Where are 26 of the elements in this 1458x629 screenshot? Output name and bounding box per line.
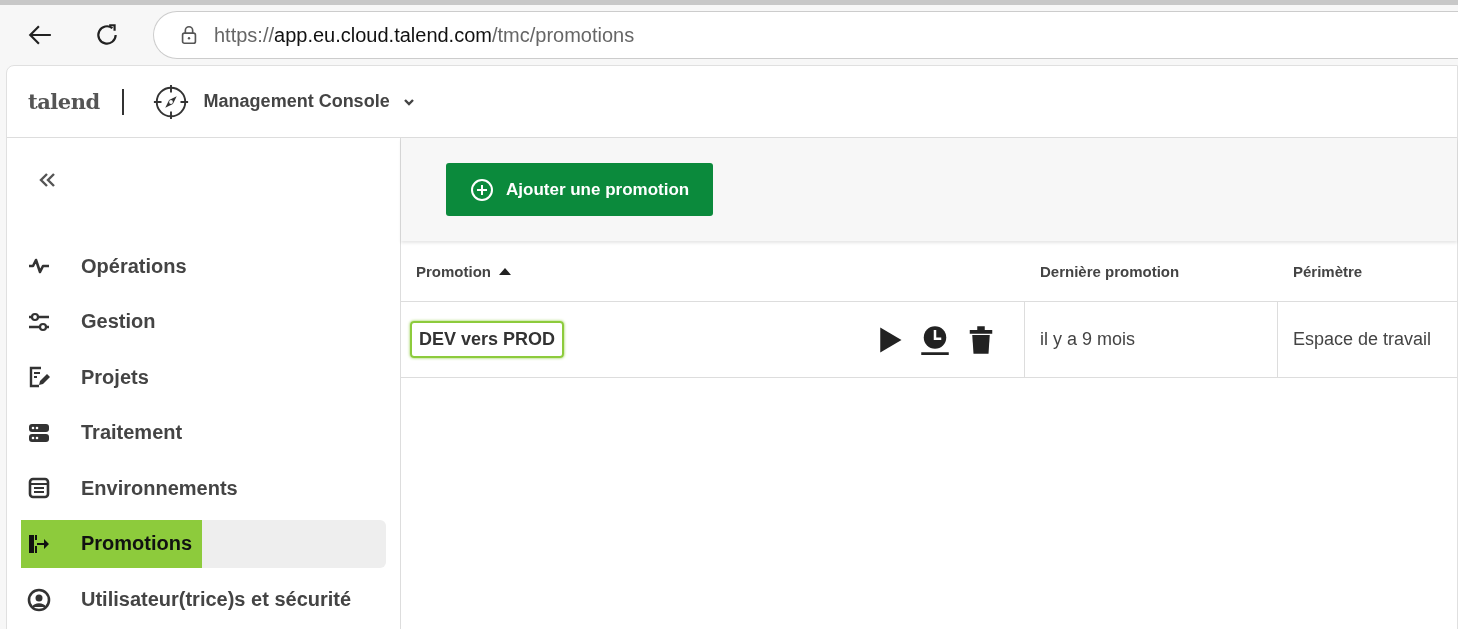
clock-icon[interactable] <box>920 324 950 355</box>
table-cell: il y a 9 mois <box>1025 302 1278 377</box>
app-switcher[interactable]: Management Console <box>203 91 416 112</box>
reload-icon[interactable] <box>94 22 120 48</box>
sidebar-item[interactable]: Projets <box>21 353 386 402</box>
sort-up-icon <box>499 267 511 275</box>
url-text: https://app.eu.cloud.talend.com/tmc/promotions <box>214 23 635 47</box>
logo[interactable]: talend <box>28 89 100 114</box>
table-cell[interactable]: DEV vers PROD <box>410 321 565 358</box>
add-promotion-button[interactable]: Ajouter une promotion <box>446 163 714 216</box>
column-header[interactable]: Promotion <box>401 262 1025 280</box>
sidebar-item[interactable]: Utilisateur(trice)s et sécurité <box>21 575 386 624</box>
user-icon <box>27 587 51 612</box>
compass-icon <box>151 82 190 121</box>
plus-circle-icon <box>470 177 494 202</box>
list-box-icon <box>27 476 51 501</box>
address-bar[interactable]: https://app.eu.cloud.talend.com/tmc/promotions <box>153 11 1458 59</box>
sidebar-item[interactable]: Traitement <box>21 408 386 457</box>
table-cell-text: Espace de travail <box>1292 328 1433 351</box>
sidebar-item[interactable]: Promotions <box>21 519 386 568</box>
column-header[interactable]: Périmètre <box>1278 262 1457 280</box>
document-edit-icon <box>27 365 51 390</box>
sidebar-item[interactable]: Gestion <box>21 297 386 346</box>
sidebar-item[interactable]: Environnements <box>21 464 386 513</box>
column-header[interactable]: Dernière promotion <box>1025 262 1278 280</box>
sidebar-item[interactable]: Opérations <box>21 242 386 290</box>
